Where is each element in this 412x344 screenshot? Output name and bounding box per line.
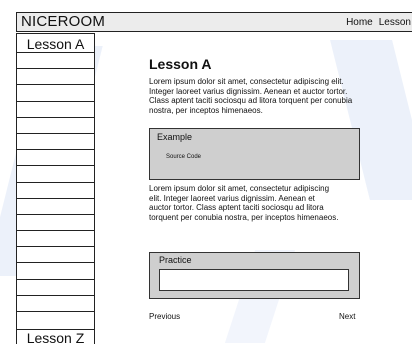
sidebar-item-lesson-z[interactable]: Lesson Z: [17, 329, 94, 344]
sidebar-item[interactable]: [17, 166, 94, 183]
sidebar-item[interactable]: [17, 102, 94, 118]
top-header: NICEROOM Home Lesson: [16, 12, 412, 32]
source-code: Source Code: [166, 154, 202, 160]
sidebar-item[interactable]: [17, 199, 94, 215]
sidebar-item[interactable]: [17, 296, 94, 312]
lesson-paragraph: Lorem ipsum dolor sit amet, consectetur …: [149, 184, 339, 223]
page-title: Lesson A: [149, 56, 212, 72]
site-logo[interactable]: NICEROOM: [17, 13, 105, 31]
sidebar-item[interactable]: [17, 150, 94, 167]
practice-label: Practice: [159, 255, 192, 265]
sidebar-item-lesson-a[interactable]: Lesson A: [17, 34, 94, 53]
sidebar-item[interactable]: [17, 263, 94, 280]
sidebar-item[interactable]: [17, 118, 94, 134]
sidebar-item[interactable]: [17, 183, 94, 199]
sidebar-item[interactable]: [17, 215, 94, 232]
sidebar-item[interactable]: [17, 85, 94, 102]
lesson-paragraph: Lorem ipsum dolor sit amet, consectetur …: [149, 77, 353, 116]
sidebar-slot-list: [17, 53, 94, 312]
previous-link[interactable]: Previous: [149, 312, 180, 321]
practice-input[interactable]: [159, 269, 349, 291]
next-link[interactable]: Next: [339, 312, 355, 321]
lesson-content: Lesson A Lorem ipsum dolor sit amet, con…: [149, 56, 369, 321]
nav-lesson-link[interactable]: Lesson: [379, 17, 411, 28]
sidebar-item[interactable]: [17, 69, 94, 86]
practice-box: Practice: [149, 252, 360, 299]
sidebar-item[interactable]: [17, 280, 94, 296]
sidebar-item[interactable]: [17, 231, 94, 248]
sidebar-item[interactable]: [17, 134, 94, 151]
example-label: Example: [157, 132, 193, 142]
sidebar-item[interactable]: [17, 53, 94, 70]
example-box: Example Source Code: [149, 128, 360, 180]
nav-home-link[interactable]: Home: [346, 17, 373, 28]
top-nav: Home Lesson: [346, 17, 412, 28]
lesson-sidebar: Lesson A Lesson Z: [16, 33, 95, 344]
sidebar-item[interactable]: [17, 247, 94, 264]
